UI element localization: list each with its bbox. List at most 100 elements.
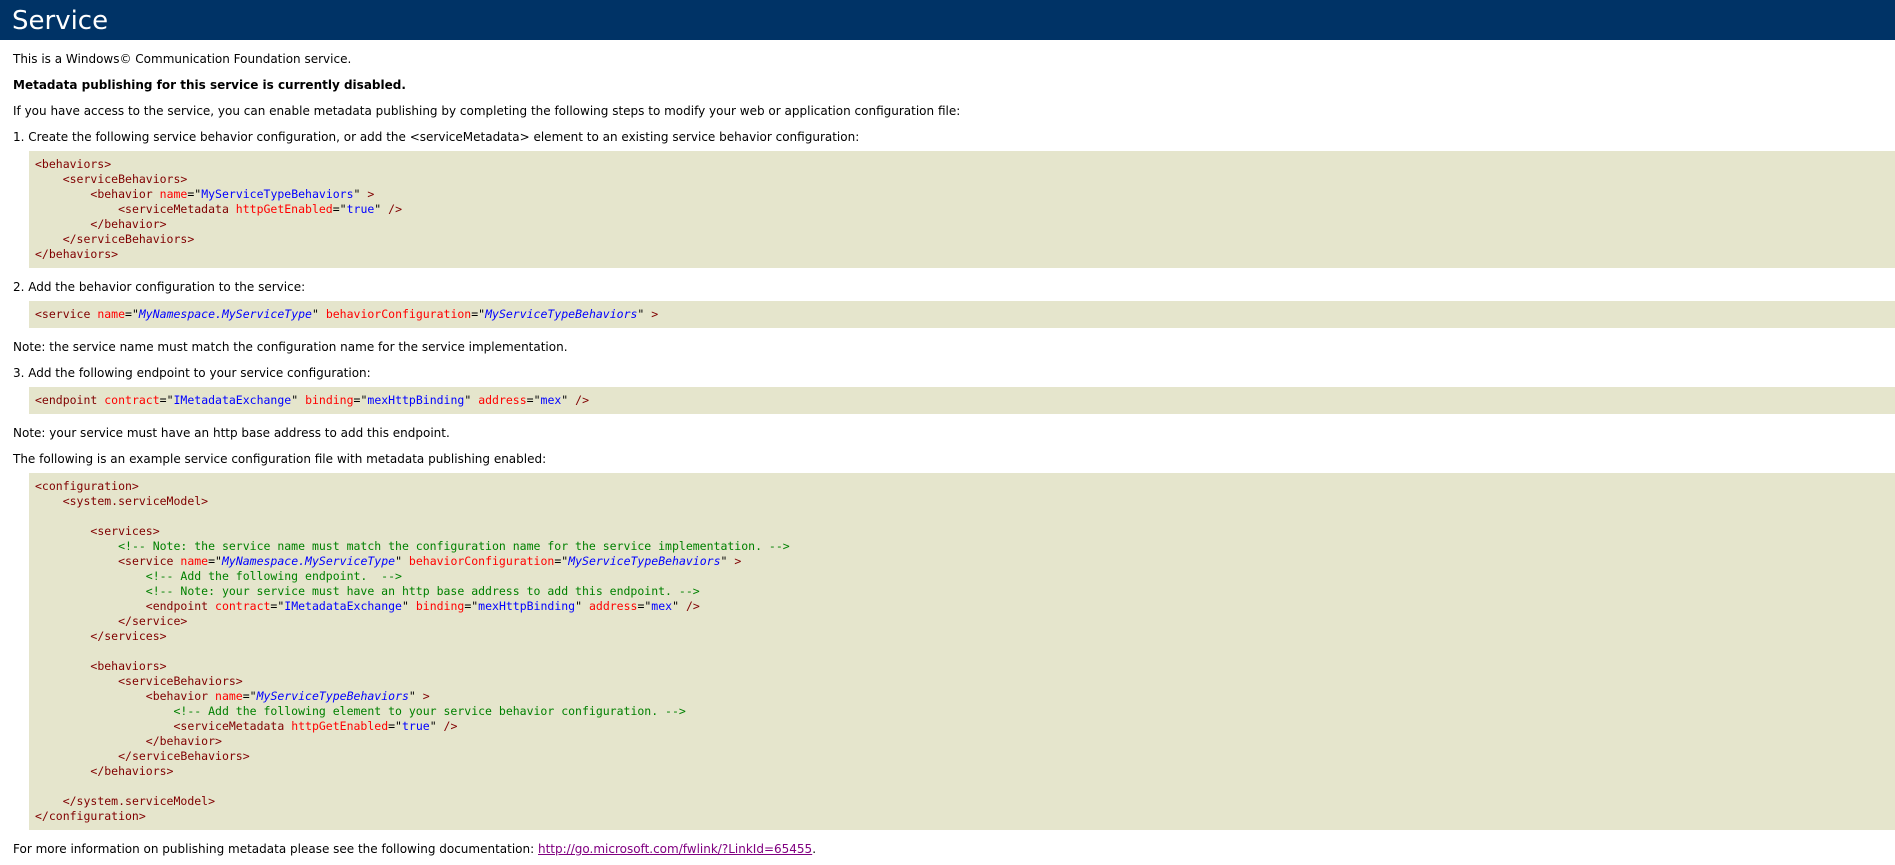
code-value: mex (540, 393, 562, 407)
code-punct: =" (388, 719, 402, 733)
code-line: <!-- Add the following endpoint. --> (35, 569, 1895, 584)
code-tag: /> (443, 719, 458, 733)
code-line: </behavior> (35, 734, 1895, 749)
code-tag: </services> (90, 629, 167, 643)
code-punct: =" (187, 187, 202, 201)
code-tag: > (734, 554, 742, 568)
metadata-disabled-text: Metadata publishing for this service is … (13, 78, 406, 92)
code-attribute: behaviorConfiguration (408, 554, 555, 568)
code-punct: " (429, 719, 444, 733)
code-attribute: httpGetEnabled (291, 719, 389, 733)
code-punct: " (374, 202, 389, 216)
code-punct: " (561, 393, 576, 407)
code-value: IMetadataExchange (173, 393, 292, 407)
code-punct: =" (637, 599, 652, 613)
code-line: </behavior> (35, 217, 1895, 232)
code-value: MyServiceTypeBehaviors (568, 554, 721, 568)
code-punct: " (353, 187, 368, 201)
code-attribute: name (97, 307, 126, 321)
code-value: mexHttpBinding (478, 599, 576, 613)
code-punct: " (637, 307, 652, 321)
page-header: Service (0, 0, 1895, 40)
code-value: mexHttpBinding (367, 393, 465, 407)
code-punct: " (575, 599, 589, 613)
code-line: </serviceBehaviors> (35, 232, 1895, 247)
step-1-code-block: <behaviors> <serviceBehaviors> <behavior… (29, 151, 1895, 268)
code-tag: </behaviors> (90, 764, 174, 778)
code-line: <system.serviceModel> (35, 494, 1895, 509)
code-line: <service name="MyNamespace.MyServiceType… (35, 554, 1895, 569)
step-3-code-block: <endpoint contract="IMetadataExchange" b… (29, 387, 1895, 414)
code-line: <behavior name="MyServiceTypeBehaviors" … (35, 187, 1895, 202)
code-attribute: behaviorConfiguration (325, 307, 472, 321)
code-line: <serviceMetadata httpGetEnabled="true" /… (35, 719, 1895, 734)
code-punct: =" (353, 393, 368, 407)
code-value: MyNamespace.MyServiceType (138, 307, 312, 321)
code-value: true (401, 719, 430, 733)
code-value: mex (651, 599, 673, 613)
code-line: </service> (35, 614, 1895, 629)
code-punct: =" (464, 599, 479, 613)
code-tag: </configuration> (35, 809, 146, 823)
code-line: <endpoint contract="IMetadataExchange" b… (35, 393, 1895, 408)
code-punct: " (291, 393, 306, 407)
code-line: <!-- Note: your service must have an htt… (35, 584, 1895, 599)
code-line: <!-- Note: the service name must match t… (35, 539, 1895, 554)
code-tag: > (422, 689, 430, 703)
code-punct: =" (270, 599, 285, 613)
code-line: </serviceBehaviors> (35, 749, 1895, 764)
code-value: IMetadataExchange (284, 599, 402, 613)
code-value: MyServiceTypeBehaviors (485, 307, 638, 321)
code-value: MyServiceTypeBehaviors (201, 187, 354, 201)
code-punct: =" (332, 202, 347, 216)
wcf-intro-text: This is a Windows© Communication Foundat… (13, 52, 352, 66)
code-tag: </behavior> (90, 217, 167, 231)
code-line: <!-- Add the following element to your s… (35, 704, 1895, 719)
page-content: This is a Windows© Communication Foundat… (0, 40, 1895, 856)
step-3-text: 3. Add the following endpoint to your se… (13, 366, 371, 380)
code-tag: <system.serviceModel> (62, 494, 209, 508)
note-service-name-text: Note: the service name must match the co… (13, 340, 568, 354)
code-punct: " (464, 393, 479, 407)
code-comment: <!-- Note: the service name must match t… (118, 539, 790, 553)
code-value: true (346, 202, 375, 216)
code-punct: " (311, 307, 326, 321)
code-line: <behaviors> (35, 659, 1895, 674)
code-tag: <endpoint (35, 393, 105, 407)
code-tag: /> (685, 599, 700, 613)
code-tag: <behaviors> (35, 157, 112, 171)
code-tag: </behavior> (145, 734, 222, 748)
code-tag: </behaviors> (35, 247, 119, 261)
note-base-address-text: Note: your service must have an http bas… (13, 426, 450, 440)
code-tag: <behaviors> (90, 659, 167, 673)
code-attribute: contract (215, 599, 271, 613)
documentation-link[interactable]: http://go.microsoft.com/fwlink/?LinkId=6… (538, 842, 812, 856)
code-line: </services> (35, 629, 1895, 644)
code-tag: <serviceBehaviors> (62, 172, 188, 186)
code-line: <services> (35, 524, 1895, 539)
code-tag: <serviceMetadata (173, 719, 292, 733)
code-tag: /> (575, 393, 590, 407)
example-intro-text: The following is an example service conf… (13, 452, 547, 466)
code-line: <serviceMetadata httpGetEnabled="true" /… (35, 202, 1895, 217)
page-title: Service (12, 6, 109, 36)
code-line: <serviceBehaviors> (35, 674, 1895, 689)
code-tag: <serviceMetadata (118, 202, 236, 216)
code-punct: " (408, 689, 423, 703)
